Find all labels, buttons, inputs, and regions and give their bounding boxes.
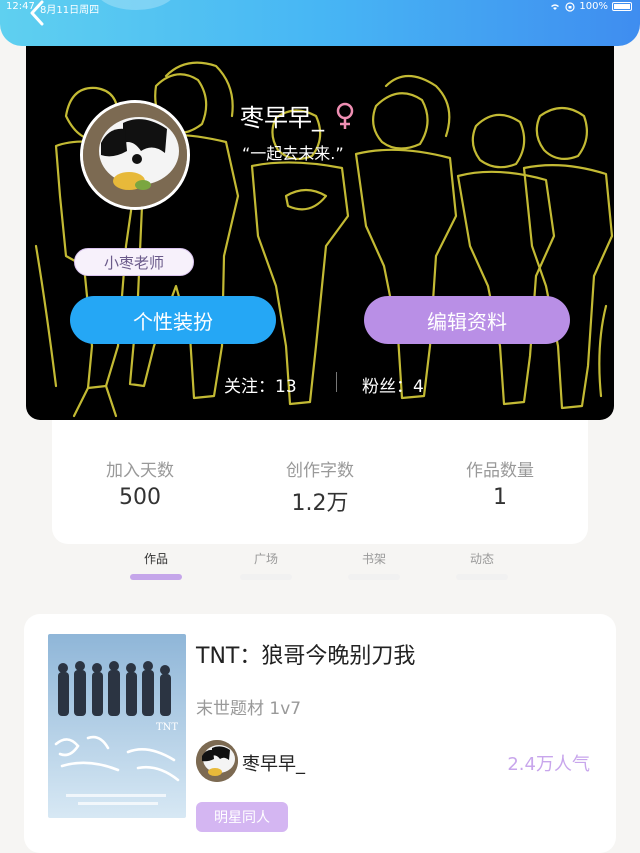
following-count[interactable]: 关注：13 [224, 372, 297, 397]
cover-image: TNT [48, 634, 186, 818]
work-cover[interactable]: TNT [48, 634, 186, 818]
stat-label: 作品数量 [466, 461, 534, 481]
title-badge: 小枣老师 [74, 248, 194, 276]
stats-card: 加入天数 500 创作字数 1.2万 作品数量 1 [52, 420, 588, 544]
author-avatar[interactable] [196, 740, 238, 782]
status-icons: 100% [549, 1, 632, 12]
stat-label: 创作字数 [286, 461, 354, 481]
title-badge-text: 小枣老师 [103, 253, 164, 272]
popularity-count: 2.4万人气 [507, 754, 590, 775]
profile-signature: “一起去未来.” [242, 144, 344, 163]
fans-count[interactable]: 粉丝：4 [362, 372, 424, 397]
work-title[interactable]: TNT：狼哥今晚别刀我 [196, 638, 415, 670]
status-bar: 12:47 8月11日周四 100% [0, 0, 640, 16]
stat-label: 加入天数 [106, 461, 174, 481]
stats-divider [336, 372, 337, 392]
author-avatar-image [196, 740, 238, 782]
avatar-image [83, 103, 187, 207]
dress-up-button[interactable]: 个性装扮 [70, 296, 276, 344]
stat-works-count: 作品数量 1 [420, 456, 580, 510]
edit-profile-button[interactable]: 编辑资料 [364, 296, 570, 344]
stat-value: 500 [119, 485, 161, 510]
stat-value: 1.2万 [291, 491, 349, 516]
stat-value: 1 [493, 485, 507, 510]
nickname-text: 枣早早_ [240, 104, 324, 132]
stat-word-count: 创作字数 1.2万 [240, 456, 400, 517]
tab-square-indicator [240, 574, 292, 580]
profile-hero: 枣早早_ “一起去未来.” 小枣老师 个性装扮 编辑资料 关注：13 粉丝：4 [26, 46, 614, 420]
tab-works[interactable]: 作品 [116, 550, 196, 567]
work-genre: 末世题材 1v7 [196, 699, 302, 719]
female-gender-icon [336, 102, 354, 129]
stat-join-days: 加入天数 500 [60, 456, 220, 510]
tab-works-indicator [130, 574, 182, 580]
work-card[interactable]: TNT TNT：狼哥今晚别刀我 末世题材 1v7 枣早早_ 2.4万人气 明星同… [24, 614, 616, 853]
back-arrow-icon[interactable] [26, 0, 48, 26]
tab-feed[interactable]: 动态 [442, 550, 522, 567]
tab-feed-indicator [456, 574, 508, 580]
header-bar: 12:47 8月11日周四 100% [0, 0, 640, 46]
tab-bookshelf-indicator [348, 574, 400, 580]
wifi-icon [551, 4, 560, 10]
profile-nickname: 枣早早_ [240, 98, 356, 133]
tab-bookshelf[interactable]: 书架 [334, 550, 414, 567]
orientation-lock-icon [565, 1, 576, 12]
cover-brand: TNT [156, 722, 178, 733]
author-name[interactable]: 枣早早_ [242, 750, 305, 776]
battery-icon [612, 2, 632, 11]
genre-tag[interactable]: 明星同人 [196, 802, 288, 832]
profile-avatar[interactable] [80, 100, 190, 210]
profile-tabs: 作品 广场 书架 动态 [0, 544, 640, 586]
tab-square[interactable]: 广场 [226, 550, 306, 567]
status-date: 8月11日周四 [40, 5, 100, 16]
battery-percent: 100% [579, 1, 608, 12]
